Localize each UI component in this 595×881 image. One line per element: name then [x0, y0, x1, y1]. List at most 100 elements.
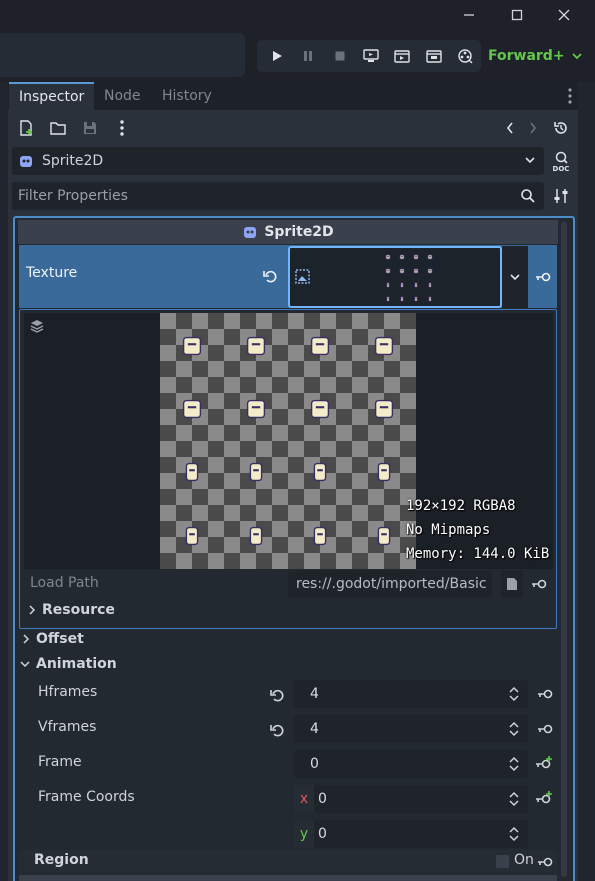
frame-coords-y-value: 0: [318, 826, 327, 842]
keyframe-icon[interactable]: [535, 270, 551, 284]
sprite-sheet-preview: [160, 313, 416, 569]
tab-label: Inspector: [19, 89, 85, 105]
hframes-spinbox[interactable]: 4: [294, 680, 528, 708]
texture-type-icon: [295, 269, 311, 285]
hframes-label: Hframes: [38, 684, 98, 700]
vframes-label: Vframes: [38, 719, 97, 735]
resource-section-label: Resource: [42, 602, 115, 618]
maximize-icon[interactable]: [494, 0, 540, 30]
chevron-down-icon: [571, 51, 583, 61]
spinner-arrows-icon[interactable]: [508, 791, 520, 807]
play-controls: [257, 40, 481, 72]
keyframe-icon[interactable]: [537, 855, 553, 869]
minimize-icon[interactable]: [446, 0, 492, 30]
remote-debug-icon[interactable]: [355, 40, 386, 72]
docs-icon[interactable]: DOC: [548, 148, 574, 174]
region-checkbox[interactable]: [496, 855, 509, 868]
object-selector[interactable]: Sprite2D: [12, 147, 544, 175]
sprite2d-icon: [18, 153, 34, 169]
offset-section[interactable]: Offset: [22, 631, 84, 647]
x-axis-label: x: [294, 785, 314, 813]
keyframe-add-icon[interactable]: [535, 790, 553, 808]
texture-mipmaps-info: No Mipmaps: [406, 522, 491, 538]
frame-coords-x-value: 0: [318, 791, 327, 807]
tab-node[interactable]: Node: [94, 82, 151, 110]
object-history-icon[interactable]: [548, 115, 574, 141]
offset-section-label: Offset: [36, 631, 84, 647]
spinner-arrows-icon[interactable]: [508, 686, 520, 702]
object-selector-label: Sprite2D: [42, 153, 104, 169]
tab-label: History: [162, 88, 212, 104]
texture-resource-picker[interactable]: [288, 246, 502, 308]
revert-icon[interactable]: [269, 722, 285, 738]
history-forward-icon[interactable]: [520, 115, 546, 141]
resource-section[interactable]: Resource: [28, 602, 115, 618]
open-folder-icon[interactable]: [45, 115, 71, 141]
stop-icon[interactable]: [324, 40, 355, 72]
movie-maker-icon[interactable]: [450, 40, 481, 72]
load-path-value: res://.godot/imported/Basic: [296, 576, 487, 592]
hframes-value: 4: [310, 686, 319, 702]
file-icon[interactable]: [501, 570, 523, 598]
texture-preview: [160, 313, 416, 569]
run-custom-scene-icon[interactable]: [418, 40, 449, 72]
keyframe-icon[interactable]: [537, 687, 553, 701]
vframes-spinbox[interactable]: 4: [294, 715, 528, 743]
spinner-arrows-icon[interactable]: [508, 826, 520, 842]
frame-coords-y-field[interactable]: y 0: [294, 820, 528, 848]
dock-menu-icon[interactable]: [563, 86, 577, 106]
revert-icon[interactable]: [262, 268, 278, 284]
frame-coords-x-field[interactable]: x 0: [294, 785, 528, 813]
frame-coords-label: Frame Coords: [38, 789, 135, 805]
region-section-label[interactable]: Region: [34, 852, 89, 868]
search-icon: [520, 188, 536, 204]
next-category-header: [19, 875, 557, 881]
spinner-arrows-icon[interactable]: [508, 721, 520, 737]
frame-label: Frame: [38, 754, 82, 770]
tab-history[interactable]: History: [152, 82, 222, 110]
run-scene-icon[interactable]: [387, 40, 418, 72]
vframes-value: 4: [310, 721, 319, 737]
frame-spinbox[interactable]: 0: [294, 750, 528, 778]
channels-icon[interactable]: [29, 318, 45, 334]
save-icon[interactable]: [77, 115, 103, 141]
new-resource-icon[interactable]: [13, 115, 39, 141]
texture-size-info: 192×192 RGBA8: [406, 498, 516, 514]
property-tools-icon[interactable]: [548, 183, 574, 209]
keyframe-add-icon[interactable]: [535, 755, 553, 773]
play-icon[interactable]: [261, 40, 292, 72]
category-title: Sprite2D: [264, 224, 334, 240]
keyframe-icon[interactable]: [537, 722, 553, 736]
texture-thumbnail: [385, 254, 433, 302]
more-options-icon[interactable]: [109, 115, 135, 141]
chevron-right-icon: [28, 605, 36, 615]
filter-placeholder: Filter Properties: [18, 188, 128, 204]
load-path-field[interactable]: res://.godot/imported/Basic: [288, 570, 492, 598]
revert-icon[interactable]: [269, 687, 285, 703]
chevron-right-icon: [22, 634, 30, 644]
category-header: Sprite2D: [18, 220, 558, 244]
frame-value: 0: [310, 756, 319, 772]
sprite2d-icon: [242, 224, 258, 240]
chevron-down-icon: [509, 271, 521, 283]
animation-section-label: Animation: [36, 656, 117, 672]
texture-memory-info: Memory: 144.0 KiB: [406, 546, 550, 562]
keyframe-icon[interactable]: [531, 577, 547, 591]
renderer-select[interactable]: Forward+: [488, 40, 583, 72]
pause-icon[interactable]: [292, 40, 323, 72]
inspector-scrollbar[interactable]: [561, 222, 567, 877]
texture-label: Texture: [26, 265, 78, 281]
animation-section[interactable]: Animation: [20, 656, 117, 672]
filter-properties-input[interactable]: Filter Properties: [12, 182, 544, 210]
region-row: [19, 850, 557, 872]
tab-inspector[interactable]: Inspector: [9, 82, 95, 110]
svg-text:DOC: DOC: [553, 165, 570, 172]
chevron-down-icon: [524, 154, 536, 166]
spinner-arrows-icon[interactable]: [508, 756, 520, 772]
close-icon[interactable]: [541, 0, 587, 30]
tab-label: Node: [104, 88, 141, 104]
load-path-label: Load Path: [30, 575, 99, 591]
main-toolbar-left: [0, 33, 245, 77]
texture-dropdown[interactable]: [502, 246, 528, 308]
y-axis-label: y: [294, 820, 314, 848]
